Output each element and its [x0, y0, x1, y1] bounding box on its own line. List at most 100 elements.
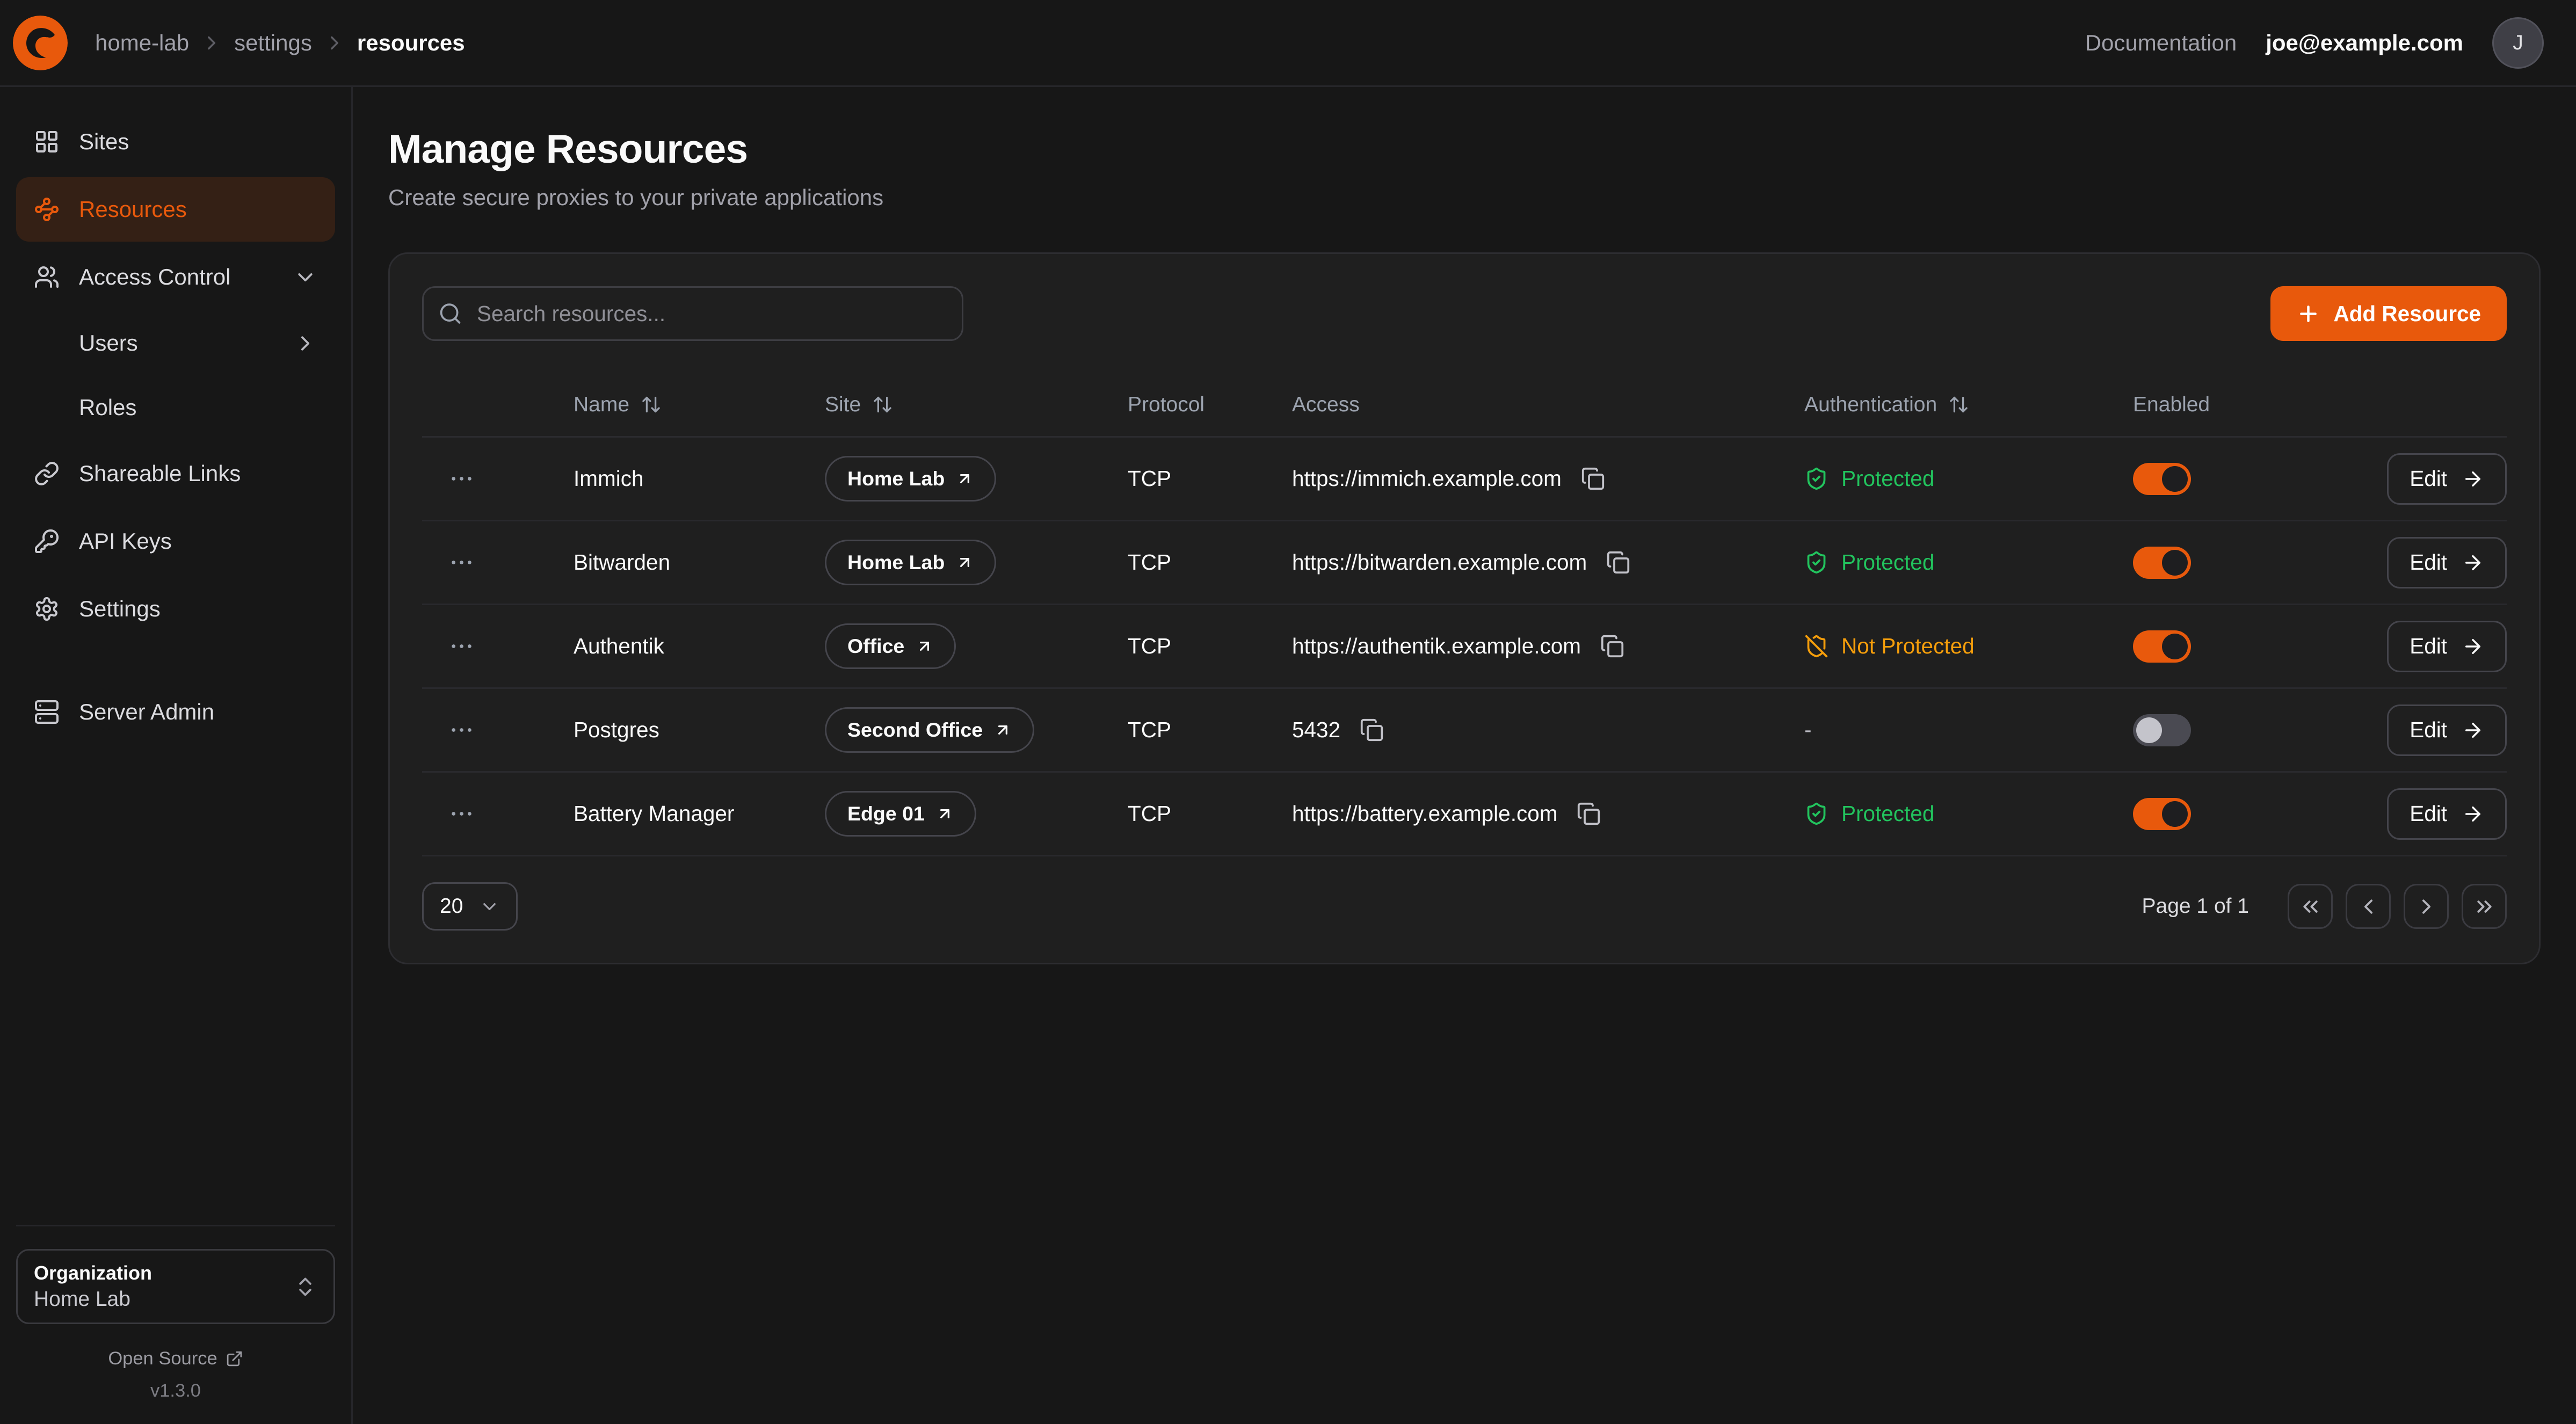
table-row: Bitwarden Home Lab TCP https://bitwarden… [422, 521, 2507, 605]
last-page-button[interactable] [2462, 884, 2507, 929]
add-resource-button[interactable]: Add Resource [2270, 286, 2507, 341]
copy-button[interactable] [1603, 547, 1634, 578]
column-header-enabled: Enabled [2133, 393, 2352, 417]
site-link[interactable]: Second Office [825, 707, 1034, 753]
edit-label: Edit [2410, 801, 2447, 826]
site-name: Edge 01 [847, 802, 925, 825]
page-size-select[interactable]: 20 [422, 882, 518, 931]
edit-button[interactable]: Edit [2387, 704, 2507, 756]
sidebar-item-sites[interactable]: Sites [16, 110, 335, 174]
protocol-value: TCP [1128, 634, 1171, 659]
key-icon [34, 528, 60, 554]
ellipsis-icon [448, 633, 475, 660]
copy-button[interactable] [1578, 463, 1608, 494]
enabled-toggle[interactable] [2133, 547, 2191, 579]
ellipsis-icon [448, 716, 475, 744]
site-link[interactable]: Home Lab [825, 540, 996, 585]
edit-button[interactable]: Edit [2387, 621, 2507, 672]
site-link[interactable]: Office [825, 623, 956, 669]
table-footer: 20 Page 1 of 1 [422, 882, 2507, 931]
resource-name: Immich [574, 466, 644, 491]
arrow-right-icon [2462, 551, 2484, 574]
toggle-thumb [2162, 634, 2188, 659]
auth-label: - [1804, 717, 1812, 743]
search-input[interactable] [422, 286, 963, 341]
column-header-name[interactable]: Name [574, 393, 825, 417]
sidebar-item-settings[interactable]: Settings [16, 577, 335, 641]
auth-label: Protected [1841, 550, 1934, 575]
next-page-button[interactable] [2404, 884, 2449, 929]
user-menu-button[interactable]: joe@example.com [2266, 30, 2463, 56]
edit-button[interactable]: Edit [2387, 788, 2507, 840]
documentation-link[interactable]: Documentation [2085, 30, 2237, 56]
edit-button[interactable]: Edit [2387, 453, 2507, 505]
toggle-thumb [2162, 801, 2188, 827]
breadcrumb-home-lab[interactable]: home-lab [95, 30, 189, 56]
sidebar-item-access-control[interactable]: Access Control [16, 245, 335, 309]
row-menu-button[interactable] [441, 626, 482, 666]
chevron-down-icon [293, 265, 317, 289]
search-box [422, 286, 963, 341]
arrow-up-right-icon [994, 721, 1012, 739]
copy-button[interactable] [1573, 798, 1604, 829]
sidebar-item-label: Roles [79, 395, 136, 420]
row-menu-button[interactable] [441, 542, 482, 583]
shield-check-icon [1804, 802, 1828, 826]
waypoints-icon [34, 197, 60, 222]
pagination: Page 1 of 1 [2142, 884, 2507, 929]
enabled-toggle[interactable] [2133, 714, 2191, 746]
breadcrumb: home-lab settings resources [95, 30, 465, 56]
edit-label: Edit [2410, 466, 2447, 491]
sidebar-item-label: API Keys [79, 528, 172, 554]
breadcrumb-settings[interactable]: settings [234, 30, 312, 56]
app-logo[interactable] [13, 16, 68, 70]
chevrons-up-down-icon [293, 1275, 317, 1299]
arrow-right-icon [2462, 468, 2484, 490]
page-info: Page 1 of 1 [2142, 895, 2250, 918]
table-header: Name Site Protocol Access Authenticati [422, 373, 2507, 438]
column-label: Enabled [2133, 393, 2210, 417]
topbar: home-lab settings resources Documentatio… [0, 0, 2576, 87]
site-link[interactable]: Home Lab [825, 456, 996, 502]
edit-label: Edit [2410, 717, 2447, 743]
row-menu-button[interactable] [441, 459, 482, 499]
enabled-toggle[interactable] [2133, 463, 2191, 495]
copy-icon [1577, 802, 1601, 826]
ellipsis-icon [448, 800, 475, 827]
edit-button[interactable]: Edit [2387, 537, 2507, 589]
sidebar-item-label: Sites [79, 129, 129, 155]
row-menu-button[interactable] [441, 710, 482, 750]
sidebar-item-resources[interactable]: Resources [16, 177, 335, 242]
column-header-site[interactable]: Site [825, 393, 1128, 417]
previous-page-button[interactable] [2346, 884, 2391, 929]
sidebar-item-label: Access Control [79, 264, 230, 290]
organization-selector[interactable]: Organization Home Lab [16, 1249, 335, 1324]
copy-button[interactable] [1356, 715, 1387, 745]
site-link[interactable]: Edge 01 [825, 791, 976, 837]
sidebar-item-server-admin[interactable]: Server Admin [16, 680, 335, 744]
auth-status: - [1804, 717, 1812, 743]
pangolin-logo-icon [13, 16, 68, 70]
sidebar-item-roles[interactable]: Roles [16, 377, 335, 438]
enabled-toggle[interactable] [2133, 798, 2191, 830]
copy-icon [1360, 718, 1384, 742]
external-link-icon [226, 1350, 243, 1368]
table-toolbar: Add Resource [422, 286, 2507, 341]
sidebar-item-label: Resources [79, 197, 187, 222]
copy-button[interactable] [1597, 631, 1628, 662]
open-source-link[interactable]: Open Source [16, 1348, 335, 1369]
auth-label: Protected [1841, 466, 1934, 491]
toggle-thumb [2136, 717, 2162, 743]
sidebar: Sites Resources Access Control Users Rol… [0, 87, 353, 1424]
auth-status: Protected [1804, 801, 1934, 826]
sidebar-item-shareable-links[interactable]: Shareable Links [16, 441, 335, 506]
row-menu-button[interactable] [441, 794, 482, 834]
sidebar-item-api-keys[interactable]: API Keys [16, 509, 335, 573]
enabled-toggle[interactable] [2133, 630, 2191, 663]
sort-icon [1948, 394, 1969, 415]
sidebar-item-label: Shareable Links [79, 461, 241, 486]
avatar[interactable]: J [2492, 17, 2544, 69]
sidebar-item-users[interactable]: Users [16, 313, 335, 374]
column-header-authentication[interactable]: Authentication [1804, 393, 2133, 417]
first-page-button[interactable] [2288, 884, 2333, 929]
